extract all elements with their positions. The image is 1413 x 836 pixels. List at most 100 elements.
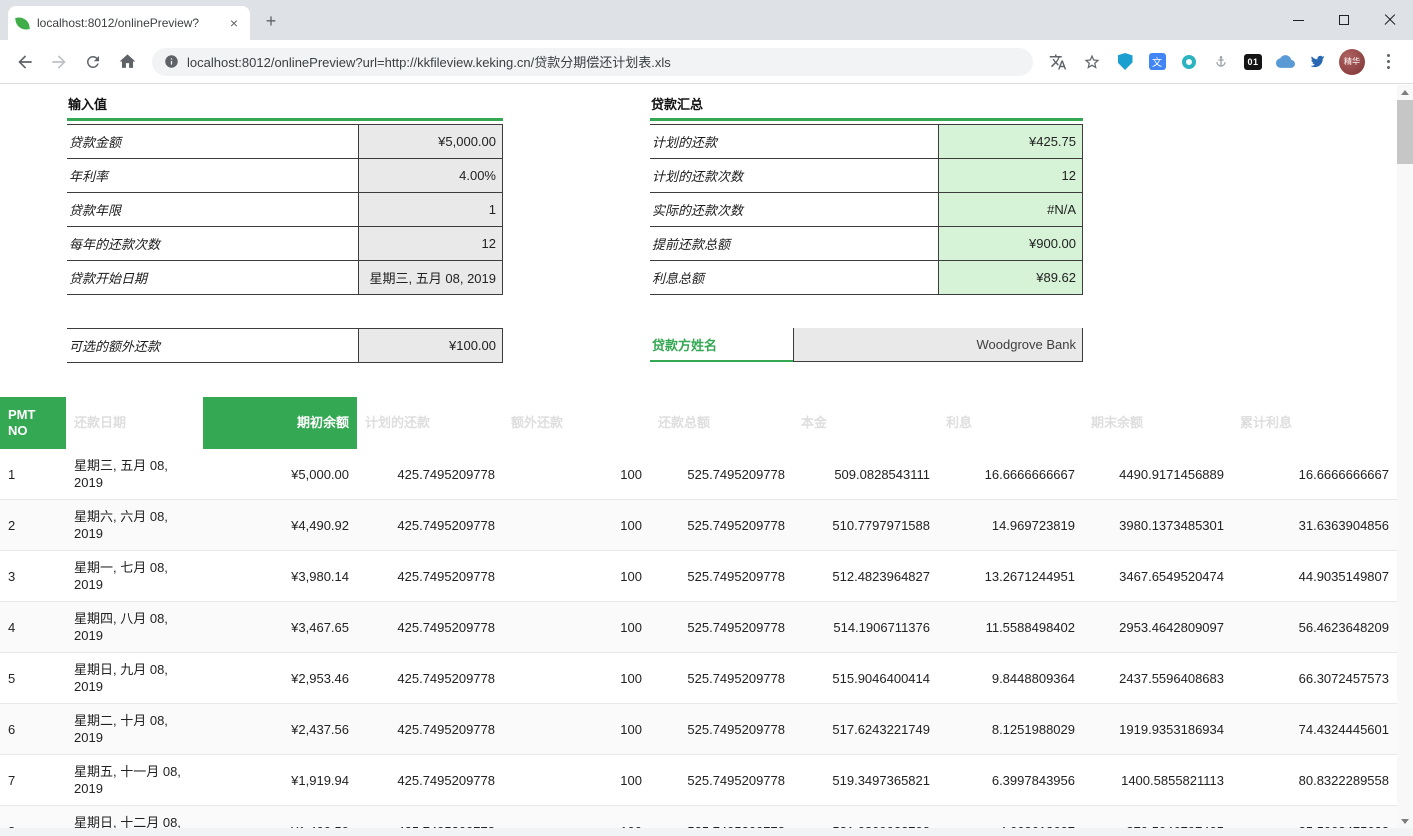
row-label: 每年的还款次数 bbox=[67, 227, 358, 260]
extra-payment-section: 可选的额外还款 ¥100.00 bbox=[67, 328, 503, 363]
minimize-icon bbox=[1293, 20, 1304, 21]
schedule-cell: 11.5588498402 bbox=[938, 602, 1083, 653]
schedule-cell: 519.3497365821 bbox=[793, 755, 938, 806]
schedule-table: PMT NO还款日期期初余额计划的还款额外还款还款总额本金利息期末余额累计利息 … bbox=[0, 397, 1397, 828]
translate-page-button[interactable] bbox=[1044, 48, 1072, 76]
cloud-icon bbox=[1276, 52, 1295, 71]
browser-toolbar: localhost:8012/onlinePreview?url=http://… bbox=[0, 40, 1413, 84]
top-section: 输入值 贷款金额¥5,000.00年利率4.00%贷款年限1每年的还款次数12贷… bbox=[0, 85, 1397, 363]
shield-extension-button[interactable] bbox=[1112, 48, 1138, 76]
menu-button[interactable] bbox=[1374, 48, 1402, 76]
schedule-row: 6星期二, 十月 08, 2019¥2,437.56425.7495209778… bbox=[0, 704, 1397, 755]
panel-row: 计划的还款次数12 bbox=[650, 159, 1083, 193]
new-tab-button[interactable] bbox=[260, 10, 282, 32]
row-value: ¥900.00 bbox=[938, 227, 1083, 260]
schedule-cell: 100 bbox=[503, 602, 650, 653]
schedule-row: 3星期一, 七月 08, 2019¥3,980.14425.7495209778… bbox=[0, 551, 1397, 602]
refresh-button[interactable] bbox=[79, 48, 107, 76]
arrow-up-icon bbox=[1401, 90, 1409, 95]
anchor-extension-button[interactable] bbox=[1208, 48, 1234, 76]
schedule-cell: ¥1,919.94 bbox=[203, 755, 357, 806]
row-label: 提前还款总额 bbox=[650, 227, 938, 260]
row-label: 计划的还款次数 bbox=[650, 159, 938, 192]
back-icon bbox=[15, 52, 35, 72]
input-panel: 输入值 贷款金额¥5,000.00年利率4.00%贷款年限1每年的还款次数12贷… bbox=[67, 91, 503, 363]
row-value: ¥89.62 bbox=[938, 261, 1083, 294]
schedule-cell: 1919.9353186934 bbox=[1083, 704, 1232, 755]
home-button[interactable] bbox=[113, 48, 141, 76]
schedule-cell: 100 bbox=[503, 755, 650, 806]
schedule-cell: 425.7495209778 bbox=[357, 653, 503, 704]
browser-window: localhost:8012/onlinePreview? localhost:… bbox=[0, 0, 1413, 836]
schedule-cell: 8 bbox=[0, 806, 66, 829]
profile-avatar[interactable]: 精华 bbox=[1339, 49, 1365, 75]
scroll-up-button[interactable] bbox=[1397, 85, 1413, 99]
schedule-cell: 1 bbox=[0, 449, 66, 500]
cloud-extension-button[interactable] bbox=[1272, 48, 1298, 76]
schedule-cell: 2953.4642809097 bbox=[1083, 602, 1232, 653]
schedule-cell: 2 bbox=[0, 500, 66, 551]
tab-close-icon[interactable] bbox=[226, 15, 242, 31]
schedule-cell: 星期四, 八月 08, 2019 bbox=[66, 602, 203, 653]
address-bar[interactable]: localhost:8012/onlinePreview?url=http://… bbox=[152, 48, 1033, 76]
schedule-cell: 星期日, 九月 08, 2019 bbox=[66, 653, 203, 704]
row-label: 计划的还款 bbox=[650, 125, 938, 158]
minimize-button[interactable] bbox=[1275, 0, 1321, 40]
schedule-cell: 16.6666666667 bbox=[1232, 449, 1397, 500]
summary-panel-title: 贷款汇总 bbox=[650, 91, 1083, 121]
schedule-cell: 425.7495209778 bbox=[357, 449, 503, 500]
browser-extension-button[interactable] bbox=[1176, 48, 1202, 76]
anchor-icon bbox=[1213, 54, 1229, 70]
close-button[interactable] bbox=[1367, 0, 1413, 40]
tab-title: localhost:8012/onlinePreview? bbox=[37, 16, 218, 30]
schedule-cell: 100 bbox=[503, 551, 650, 602]
star-icon bbox=[1083, 53, 1101, 71]
row-value: 1 bbox=[358, 193, 503, 226]
schedule-cell: 80.8322289558 bbox=[1232, 755, 1397, 806]
onetab-extension-button[interactable]: 01 bbox=[1240, 48, 1266, 76]
row-value: ¥425.75 bbox=[938, 125, 1083, 158]
bird-extension-button[interactable] bbox=[1304, 48, 1330, 76]
schedule-header: 期初余额 bbox=[203, 397, 357, 449]
schedule-cell: 2437.5596408683 bbox=[1083, 653, 1232, 704]
browser-tab[interactable]: localhost:8012/onlinePreview? bbox=[8, 6, 250, 40]
schedule-cell: 星期三, 五月 08, 2019 bbox=[66, 449, 203, 500]
maximize-button[interactable] bbox=[1321, 0, 1367, 40]
schedule-cell: 4490.9171456889 bbox=[1083, 449, 1232, 500]
schedule-cell: 16.6666666667 bbox=[938, 449, 1083, 500]
row-label: 利息总额 bbox=[650, 261, 938, 294]
input-rows: 贷款金额¥5,000.00年利率4.00%贷款年限1每年的还款次数12贷款开始日… bbox=[67, 124, 503, 295]
schedule-cell: 512.4823964827 bbox=[793, 551, 938, 602]
schedule-cell: 6.3997843956 bbox=[938, 755, 1083, 806]
schedule-header: 还款日期 bbox=[66, 397, 203, 449]
schedule-cell: 44.9035149807 bbox=[1232, 551, 1397, 602]
schedule-cell: 100 bbox=[503, 704, 650, 755]
back-button[interactable] bbox=[11, 48, 39, 76]
forward-button[interactable] bbox=[45, 48, 73, 76]
scroll-thumb[interactable] bbox=[1397, 100, 1413, 164]
schedule-cell: 879.5046797405 bbox=[1083, 806, 1232, 829]
schedule-cell: ¥4,490.92 bbox=[203, 500, 357, 551]
schedule-cell: ¥3,980.14 bbox=[203, 551, 357, 602]
extensions-area: 文 01 bbox=[1109, 48, 1333, 76]
scroll-down-button[interactable] bbox=[1397, 814, 1413, 828]
bookmark-button[interactable] bbox=[1078, 48, 1106, 76]
translate-extension-button[interactable]: 文 bbox=[1144, 48, 1170, 76]
schedule-cell: 525.7495209778 bbox=[650, 806, 793, 829]
vertical-scrollbar[interactable] bbox=[1397, 85, 1413, 828]
schedule-cell: 514.1906711376 bbox=[793, 602, 938, 653]
schedule-cell: 3 bbox=[0, 551, 66, 602]
shield-icon bbox=[1118, 53, 1133, 70]
info-icon[interactable] bbox=[164, 54, 179, 69]
row-value: 12 bbox=[358, 227, 503, 260]
schedule-cell: 74.4324445601 bbox=[1232, 704, 1397, 755]
row-label: 贷款金额 bbox=[67, 125, 358, 158]
schedule-header: 利息 bbox=[938, 397, 1083, 449]
input-panel-title: 输入值 bbox=[67, 91, 503, 121]
panel-row: 每年的还款次数12 bbox=[67, 227, 503, 261]
row-label: 年利率 bbox=[67, 159, 358, 192]
panel-row: 年利率4.00% bbox=[67, 159, 503, 193]
schedule-cell: 425.7495209778 bbox=[357, 704, 503, 755]
lender-value: Woodgrove Bank bbox=[793, 328, 1083, 362]
lender-row: 贷款方姓名 Woodgrove Bank bbox=[650, 328, 1083, 362]
